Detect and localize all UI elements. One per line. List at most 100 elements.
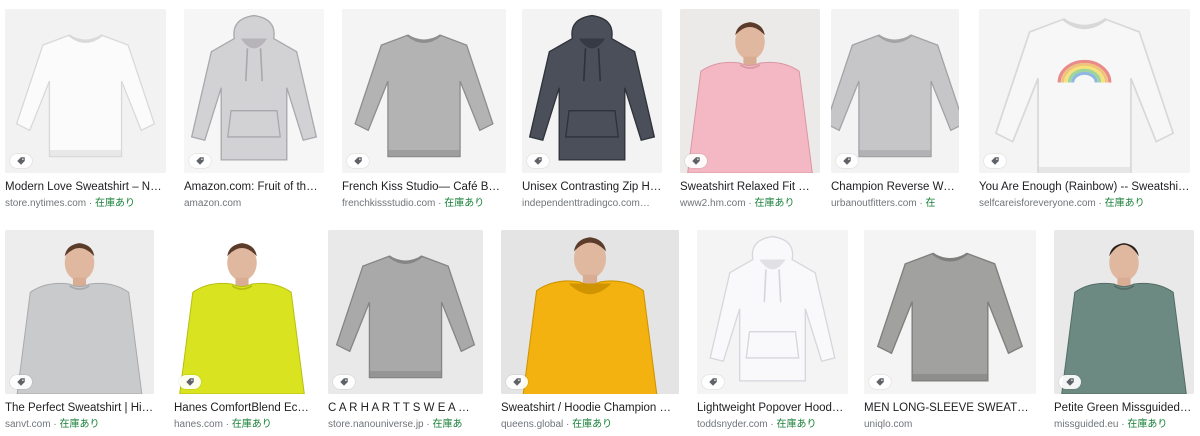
result-source: queens.global: [501, 419, 564, 430]
result-thumbnail[interactable]: [831, 9, 959, 173]
result-card[interactable]: Champion Reverse We… urbanoutfitters.com …: [831, 9, 959, 210]
result-card[interactable]: Hanes ComfortBlend Ec… hanes.com · 在庫あり: [174, 230, 310, 431]
result-thumbnail[interactable]: [342, 9, 506, 173]
tag-icon[interactable]: [685, 154, 707, 168]
tag-icon[interactable]: [836, 154, 858, 168]
result-thumbnail[interactable]: [174, 230, 310, 394]
result-thumbnail[interactable]: [328, 230, 483, 394]
product-image: [831, 9, 959, 173]
in-stock-label: 在庫あり: [444, 198, 485, 209]
result-thumbnail[interactable]: [680, 9, 820, 173]
result-card[interactable]: French Kiss Studio— Café Bo… frenchkissst…: [342, 9, 506, 210]
result-source: missguided.eu: [1054, 419, 1119, 430]
product-image: [5, 230, 154, 394]
result-source: selfcareisforeveryone.com: [979, 198, 1096, 209]
tag-icon[interactable]: [189, 154, 211, 168]
result-thumbnail[interactable]: [1054, 230, 1194, 394]
meta-separator: ·: [916, 198, 926, 209]
result-meta: uniqlo.com: [864, 418, 1036, 431]
in-stock-label: 在庫あり: [95, 198, 136, 209]
product-image: [174, 230, 310, 394]
tag-icon[interactable]: [702, 375, 724, 389]
result-meta: www2.hm.com · 在庫あり: [680, 197, 820, 210]
tag-icon[interactable]: [333, 375, 355, 389]
result-source: amazon.com: [184, 198, 242, 209]
result-card[interactable]: Sweatshirt Relaxed Fit … www2.hm.com · 在庫…: [680, 9, 820, 210]
tag-icon[interactable]: [347, 154, 369, 168]
result-card[interactable]: MEN LONG-SLEEVE SWEATSHI… uniqlo.com: [864, 230, 1036, 431]
result-card[interactable]: Unisex Contrasting Zip H… independenttrad…: [522, 9, 662, 210]
result-title[interactable]: Amazon.com: Fruit of th…: [184, 180, 324, 195]
meta-separator: ·: [1095, 198, 1105, 209]
tag-icon[interactable]: [1059, 375, 1081, 389]
result-thumbnail[interactable]: [697, 230, 848, 394]
result-thumbnail[interactable]: [5, 9, 166, 173]
result-source: toddsnyder.com: [697, 419, 768, 430]
result-thumbnail[interactable]: [522, 9, 662, 173]
result-thumbnail[interactable]: [501, 230, 679, 394]
result-title[interactable]: Unisex Contrasting Zip H…: [522, 180, 662, 195]
result-source: uniqlo.com: [864, 419, 913, 430]
result-title[interactable]: Modern Love Sweatshirt – N…: [5, 180, 166, 195]
result-meta: frenchkissstudio.com · 在庫あり: [342, 197, 506, 210]
result-title[interactable]: Sweatshirt Relaxed Fit …: [680, 180, 820, 195]
result-thumbnail[interactable]: [184, 9, 324, 173]
product-image: [680, 9, 820, 173]
meta-separator: ·: [86, 198, 96, 209]
in-stock-label: 在庫あり: [59, 419, 100, 430]
result-source: store.nytimes.com: [5, 198, 87, 209]
result-source: urbanoutfitters.com: [831, 198, 917, 209]
tag-icon[interactable]: [506, 375, 528, 389]
result-card[interactable]: Lightweight Popover Hood… toddsnyder.com …: [697, 230, 848, 431]
result-meta: independenttradingco.com…: [522, 197, 662, 210]
result-meta: sanvt.com · 在庫あり: [5, 418, 154, 431]
product-image: [342, 9, 506, 173]
image-results-grid: Modern Love Sweatshirt – N… store.nytimes…: [0, 0, 1200, 436]
tag-icon[interactable]: [527, 154, 549, 168]
meta-separator: ·: [423, 419, 433, 430]
in-stock-label: 在: [925, 198, 936, 209]
tag-icon[interactable]: [869, 375, 891, 389]
tag-icon[interactable]: [10, 375, 32, 389]
result-meta: missguided.eu · 在庫あり: [1054, 418, 1194, 431]
result-thumbnail[interactable]: [5, 230, 154, 394]
result-title[interactable]: Sweatshirt / Hoodie Champion …: [501, 401, 679, 416]
result-meta: toddsnyder.com · 在庫あり: [697, 418, 848, 431]
result-title[interactable]: French Kiss Studio— Café Bo…: [342, 180, 506, 195]
result-card[interactable]: Amazon.com: Fruit of th… amazon.com: [184, 9, 324, 210]
tag-icon[interactable]: [179, 375, 201, 389]
result-card[interactable]: Sweatshirt / Hoodie Champion … queens.glo…: [501, 230, 679, 431]
result-card[interactable]: You Are Enough (Rainbow) -- Sweatshir… se…: [979, 9, 1190, 210]
meta-separator: ·: [767, 419, 777, 430]
result-meta: store.nytimes.com · 在庫あり: [5, 197, 166, 210]
result-thumbnail[interactable]: [979, 9, 1190, 173]
result-thumbnail[interactable]: [864, 230, 1036, 394]
result-source: frenchkissstudio.com: [342, 198, 436, 209]
result-title[interactable]: The Perfect Sweatshirt | Hi…: [5, 401, 154, 416]
result-title[interactable]: Champion Reverse We…: [831, 180, 959, 195]
meta-separator: ·: [222, 419, 232, 430]
product-image: [328, 230, 483, 394]
result-title[interactable]: Lightweight Popover Hood…: [697, 401, 848, 416]
result-title[interactable]: You Are Enough (Rainbow) -- Sweatshir…: [979, 180, 1190, 195]
result-card[interactable]: Modern Love Sweatshirt – N… store.nytimes…: [5, 9, 166, 210]
tag-icon[interactable]: [10, 154, 32, 168]
result-meta: store.nanouniverse.jp · 在庫あ: [328, 418, 483, 431]
result-card[interactable]: C A R H A R T T S W E A … store.nanounive…: [328, 230, 483, 431]
result-title[interactable]: C A R H A R T T S W E A …: [328, 401, 483, 416]
result-title[interactable]: MEN LONG-SLEEVE SWEATSHI…: [864, 401, 1036, 416]
result-title[interactable]: Petite Green Missguided…: [1054, 401, 1194, 416]
result-card[interactable]: Petite Green Missguided… missguided.eu · …: [1054, 230, 1194, 431]
result-source: hanes.com: [174, 419, 223, 430]
product-image: [501, 230, 679, 394]
result-card[interactable]: The Perfect Sweatshirt | Hi… sanvt.com · …: [5, 230, 154, 431]
in-stock-label: 在庫あり: [572, 419, 613, 430]
meta-separator: ·: [563, 419, 573, 430]
in-stock-label: 在庫あり: [1104, 198, 1145, 209]
in-stock-label: 在庫あり: [754, 198, 795, 209]
in-stock-label: 在庫あり: [776, 419, 817, 430]
result-source: www2.hm.com: [680, 198, 746, 209]
result-title[interactable]: Hanes ComfortBlend Ec…: [174, 401, 310, 416]
result-meta: amazon.com: [184, 197, 324, 210]
tag-icon[interactable]: [984, 154, 1006, 168]
